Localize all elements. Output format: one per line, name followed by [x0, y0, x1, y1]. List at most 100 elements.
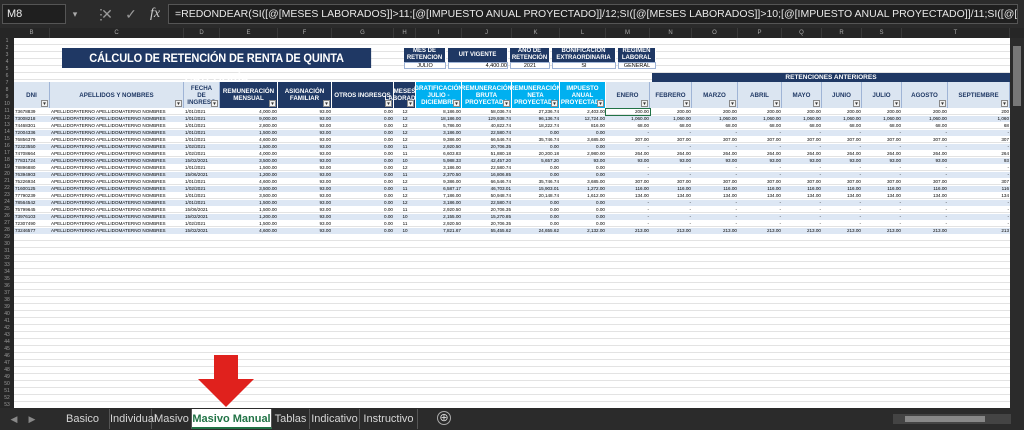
- table-cell[interactable]: 12: [394, 116, 416, 122]
- table-cell[interactable]: 12: [394, 109, 416, 115]
- table-cell[interactable]: 12: [394, 193, 416, 199]
- table-cell[interactable]: 4,000.00: [220, 109, 278, 115]
- table-cell[interactable]: -: [692, 221, 738, 227]
- table-cell[interactable]: -: [822, 165, 862, 171]
- table-cell[interactable]: 116.00: [822, 186, 862, 192]
- table-cell[interactable]: 200.00: [650, 109, 692, 115]
- table-cell[interactable]: 3,500.00: [220, 193, 278, 199]
- table-cell[interactable]: 0.00: [560, 130, 606, 136]
- table-cell[interactable]: 307.00: [650, 179, 692, 185]
- table-cell[interactable]: 0.00: [332, 193, 394, 199]
- row-number[interactable]: 44: [0, 339, 14, 345]
- row-number[interactable]: 1: [0, 38, 14, 44]
- row-number[interactable]: 5: [0, 66, 14, 72]
- column-header[interactable]: L: [560, 28, 606, 38]
- table-cell[interactable]: -: [692, 207, 738, 213]
- row-number[interactable]: 52: [0, 395, 14, 401]
- table-cell[interactable]: 22,580.74: [462, 200, 512, 206]
- table-cell[interactable]: 11: [394, 151, 416, 157]
- table-cell[interactable]: APELLIDOPATERNO APELLIDOMATERNO NOMBRES: [50, 221, 184, 227]
- table-cell[interactable]: APELLIDOPATERNO APELLIDOMATERNO NOMBRES: [50, 151, 184, 157]
- table-cell[interactable]: 93: [948, 158, 1010, 164]
- row-number[interactable]: 43: [0, 332, 14, 338]
- row-number[interactable]: 49: [0, 374, 14, 380]
- table-cell[interactable]: 2,403.00: [560, 109, 606, 115]
- table-cell[interactable]: 3,685.00: [560, 179, 606, 185]
- table-cell[interactable]: APELLIDOPATERNO APELLIDOMATERNO NOMBRES: [50, 193, 184, 199]
- column-header[interactable]: H: [394, 28, 416, 38]
- table-cell[interactable]: 264.00: [782, 151, 822, 157]
- table-cell[interactable]: 1,060.00: [606, 116, 650, 122]
- table-cell[interactable]: 3,186.00: [416, 200, 462, 206]
- table-cell[interactable]: 68: [948, 123, 1010, 129]
- table-cell[interactable]: -: [606, 221, 650, 227]
- table-cell[interactable]: 213.00: [862, 228, 902, 234]
- table-cell[interactable]: APELLIDOPATERNO APELLIDOMATERNO NOMBRES: [50, 158, 184, 164]
- table-cell[interactable]: 93.00: [738, 158, 782, 164]
- table-cell[interactable]: -: [692, 214, 738, 220]
- row-number[interactable]: 12: [0, 115, 14, 121]
- table-cell[interactable]: 1,200.00: [220, 214, 278, 220]
- filter-dropdown-icon[interactable]: ▾: [551, 100, 558, 107]
- table-cell[interactable]: -: [948, 200, 1010, 206]
- table-cell[interactable]: 0.00: [332, 144, 394, 150]
- table-cell[interactable]: 1/01/2021: [184, 130, 220, 136]
- table-cell[interactable]: -: [650, 165, 692, 171]
- table-cell[interactable]: 11: [394, 186, 416, 192]
- row-number[interactable]: 47: [0, 360, 14, 366]
- table-cell[interactable]: 1,500.00: [220, 221, 278, 227]
- table-cell[interactable]: 74708664: [14, 151, 50, 157]
- table-cell[interactable]: -: [862, 207, 902, 213]
- row-number[interactable]: 8: [0, 87, 14, 93]
- table-cell[interactable]: 15/06/2021: [184, 172, 220, 178]
- table-cell[interactable]: 1/01/2021: [184, 179, 220, 185]
- param-value[interactable]: 2021: [510, 62, 550, 69]
- column-header[interactable]: D: [184, 28, 220, 38]
- row-number[interactable]: 7: [0, 80, 14, 86]
- table-cell[interactable]: 12: [394, 137, 416, 143]
- table-cell[interactable]: 1,060: [948, 116, 1010, 122]
- table-cell[interactable]: 116.00: [738, 186, 782, 192]
- table-cell[interactable]: APELLIDOPATERNO APELLIDOMATERNO NOMBRES: [50, 137, 184, 143]
- table-cell[interactable]: -: [782, 207, 822, 213]
- filter-dropdown-icon[interactable]: ▾: [407, 100, 414, 107]
- table-cell[interactable]: 4,600.00: [220, 137, 278, 143]
- table-cell[interactable]: -: [902, 221, 948, 227]
- table-cell[interactable]: 7,821.67: [416, 228, 462, 234]
- table-cell[interactable]: -: [650, 221, 692, 227]
- table-cell[interactable]: 307.00: [902, 179, 948, 185]
- table-cell[interactable]: 9,386.00: [416, 137, 462, 143]
- table-cell[interactable]: -: [948, 144, 1010, 150]
- table-cell[interactable]: 2,155.00: [416, 214, 462, 220]
- row-number[interactable]: 17: [0, 150, 14, 156]
- table-cell[interactable]: 2,132.00: [560, 228, 606, 234]
- table-cell[interactable]: 1/02/2021: [184, 151, 220, 157]
- table-cell[interactable]: 307.00: [822, 137, 862, 143]
- table-cell[interactable]: 1,060.00: [862, 116, 902, 122]
- row-number[interactable]: 39: [0, 304, 14, 310]
- row-number[interactable]: 11: [0, 108, 14, 114]
- row-number[interactable]: 21: [0, 178, 14, 184]
- param-value[interactable]: JULIO: [404, 62, 446, 69]
- table-cell[interactable]: -: [738, 221, 782, 227]
- table-cell[interactable]: 307.00: [902, 137, 948, 143]
- table-cell[interactable]: 20,706.35: [462, 144, 512, 150]
- table-cell[interactable]: 0.00: [332, 200, 394, 206]
- table-cell[interactable]: 1,060.00: [902, 116, 948, 122]
- table-cell[interactable]: APELLIDOPATERNO APELLIDOMATERNO NOMBRES: [50, 186, 184, 192]
- table-cell[interactable]: 1,060.00: [822, 116, 862, 122]
- table-cell[interactable]: -: [692, 165, 738, 171]
- table-cell[interactable]: 200: [948, 109, 1010, 115]
- sheet-tab[interactable]: Individual: [110, 409, 156, 429]
- table-cell[interactable]: 72004336: [14, 130, 50, 136]
- table-cell[interactable]: 200.00: [738, 109, 782, 115]
- table-cell[interactable]: 307.00: [606, 179, 650, 185]
- table-cell[interactable]: 93.00: [278, 214, 332, 220]
- vertical-scroll-thumb[interactable]: [1013, 46, 1021, 106]
- sheet-tab[interactable]: Indicativo: [310, 409, 360, 429]
- table-cell[interactable]: 0.00: [332, 151, 394, 157]
- table-cell[interactable]: 11: [394, 221, 416, 227]
- row-number[interactable]: 40: [0, 311, 14, 317]
- table-cell[interactable]: 134.00: [606, 193, 650, 199]
- filter-dropdown-icon[interactable]: ▾: [683, 100, 690, 107]
